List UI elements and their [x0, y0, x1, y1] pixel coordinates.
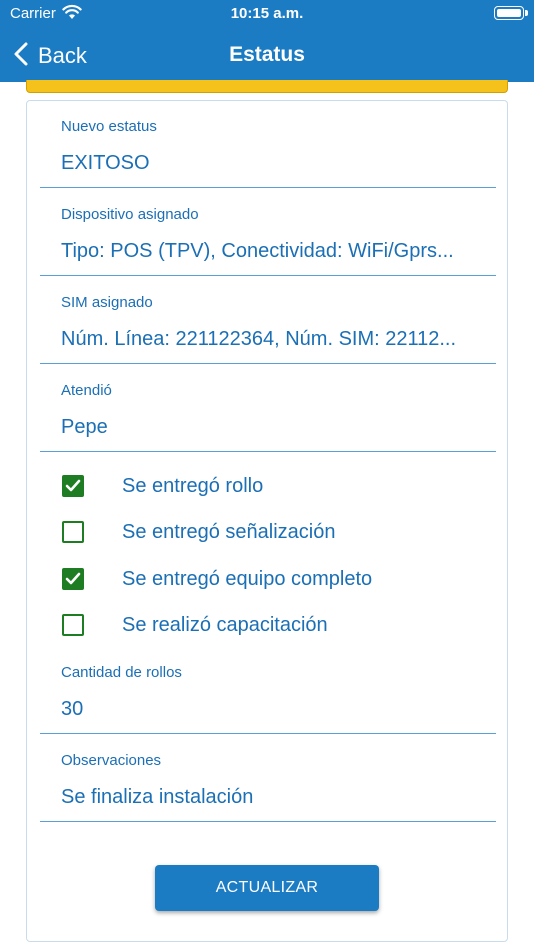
checkbox-checked-icon [62, 568, 84, 590]
nav-bar: Back Estatus [0, 36, 534, 76]
checkbox-senalizacion[interactable]: Se entregó señalización [62, 515, 335, 549]
field-value: Se finaliza instalación [61, 786, 254, 808]
clock: 10:15 a.m. [230, 5, 304, 22]
field-label: Cantidad de rollos [61, 664, 182, 681]
observaciones-field[interactable]: Observaciones Se finaliza instalación [40, 735, 496, 822]
field-value: Pepe [61, 416, 108, 438]
field-label: Nuevo estatus [61, 118, 157, 135]
navigation-header: Carrier 10:15 a.m. Back Estatus [0, 0, 534, 82]
battery-icon [494, 6, 524, 20]
status-form-card: Nuevo estatus EXITOSO Dispositivo asigna… [26, 100, 508, 942]
field-label: Observaciones [61, 752, 162, 769]
checkbox-checked-icon [62, 475, 84, 497]
checkbox-unchecked-icon [62, 614, 84, 636]
checkbox-equipo-completo[interactable]: Se entregó equipo completo [62, 562, 372, 596]
page-title: Estatus [229, 43, 305, 66]
atendio-field[interactable]: Atendió Pepe [40, 365, 496, 452]
warning-banner [26, 80, 508, 93]
field-label: Atendió [61, 382, 112, 399]
dispositivo-asignado-field[interactable]: Dispositivo asignado Tipo: POS (TPV), Co… [40, 189, 496, 276]
checkbox-unchecked-icon [62, 521, 84, 543]
field-value: EXITOSO [61, 152, 150, 174]
checkbox-label: Se entregó equipo completo [122, 567, 373, 590]
sim-asignado-field[interactable]: SIM asignado Núm. Línea: 221122364, Núm.… [40, 277, 496, 364]
battery-cap [525, 10, 528, 16]
checkbox-label: Se entregó rollo [122, 474, 264, 497]
checkbox-label: Se realizó capacitación [122, 613, 328, 636]
field-value: Núm. Línea: 221122364, Núm. SIM: 22112..… [61, 328, 457, 350]
field-label: Dispositivo asignado [61, 206, 199, 223]
checkbox-capacitacion[interactable]: Se realizó capacitación [62, 608, 328, 642]
status-bar: Carrier 10:15 a.m. [0, 0, 534, 28]
nuevo-estatus-field[interactable]: Nuevo estatus EXITOSO [40, 101, 496, 188]
checkbox-rollo[interactable]: Se entregó rollo [62, 469, 263, 503]
field-label: SIM asignado [61, 294, 153, 311]
cantidad-rollos-field[interactable]: Cantidad de rollos 30 [40, 647, 496, 734]
field-value: Tipo: POS (TPV), Conectividad: WiFi/Gprs… [61, 240, 454, 262]
actualizar-button[interactable]: ACTUALIZAR [155, 865, 379, 911]
field-value: 30 [61, 698, 84, 720]
checkbox-label: Se entregó señalización [122, 520, 336, 543]
